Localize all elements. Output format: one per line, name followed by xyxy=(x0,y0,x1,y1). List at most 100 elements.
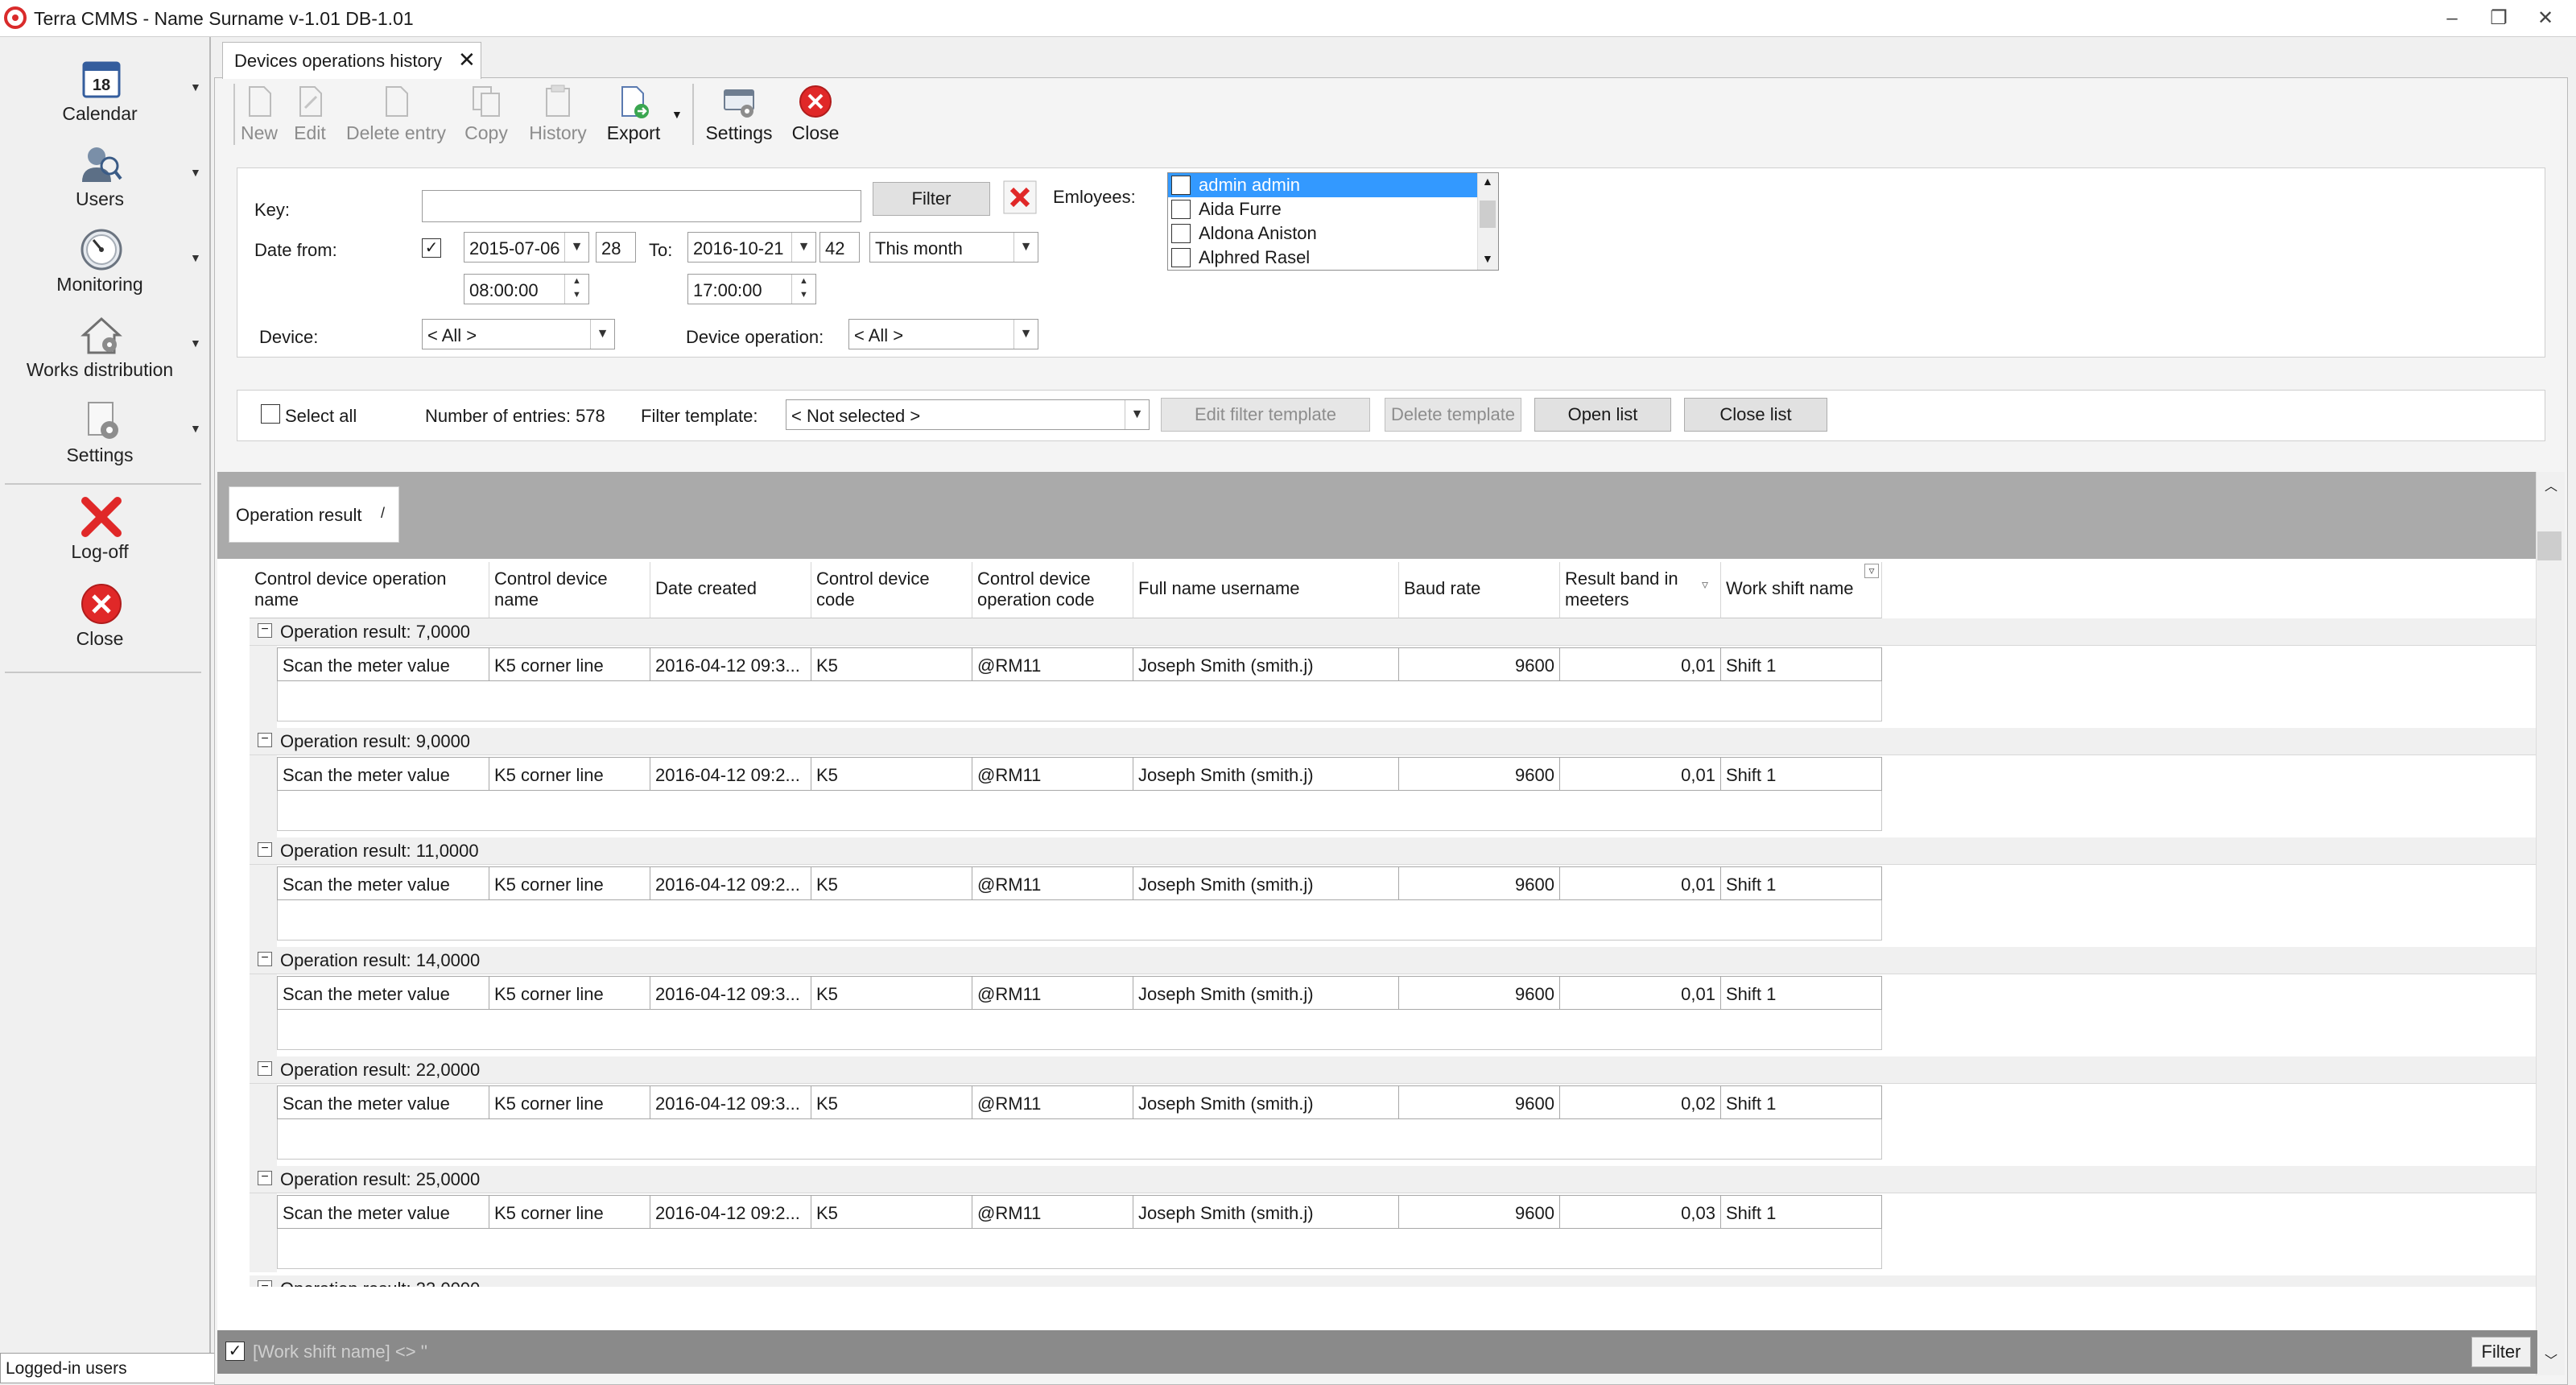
collapse-toggle-icon[interactable]: − xyxy=(258,1061,272,1076)
scroll-up-icon[interactable]: ▲ xyxy=(1482,175,1493,188)
employees-list[interactable]: admin admin Aida Furre Aldona Aniston Al… xyxy=(1167,172,1499,271)
chevron-down-icon[interactable]: ▼ xyxy=(1013,233,1038,262)
column-header[interactable]: Date created xyxy=(650,562,811,618)
chevron-down-icon[interactable]: ▼ xyxy=(590,320,614,349)
employee-item[interactable]: Aldona Aniston xyxy=(1168,221,1477,246)
table-cell[interactable]: @RM11 xyxy=(972,647,1133,681)
restore-button[interactable]: ❐ xyxy=(2478,5,2520,32)
column-header[interactable]: Control device code xyxy=(811,562,972,618)
filter-template-select[interactable]: < Not selected > ▼ xyxy=(786,399,1150,430)
close-button[interactable]: Close xyxy=(786,81,845,148)
table-cell[interactable]: 2016-04-12 09:3... xyxy=(650,1085,811,1119)
chevron-down-icon[interactable]: ▼ xyxy=(564,233,588,262)
column-header[interactable]: Full name username xyxy=(1133,562,1399,618)
table-cell[interactable]: Scan the meter value xyxy=(277,866,489,900)
settings-button[interactable]: Settings xyxy=(702,81,776,148)
chevron-down-icon[interactable]: ▼ xyxy=(190,166,201,179)
table-cell[interactable]: Joseph Smith (smith.j) xyxy=(1133,757,1399,791)
chevron-down-icon[interactable]: ▼ xyxy=(190,337,201,349)
date-from-picker[interactable]: 2015-07-06 ▼ xyxy=(464,232,589,263)
table-cell[interactable]: K5 corner line xyxy=(489,866,650,900)
table-cell[interactable]: K5 xyxy=(811,757,972,791)
group-row[interactable]: − Operation result: 25,0000 xyxy=(250,1166,2536,1193)
table-cell[interactable]: @RM11 xyxy=(972,757,1133,791)
sort-descending-icon[interactable]: ▿ xyxy=(1702,577,1708,593)
table-cell[interactable]: Scan the meter value xyxy=(277,757,489,791)
table-cell[interactable]: 0,01 xyxy=(1560,976,1721,1010)
table-cell[interactable]: @RM11 xyxy=(972,1195,1133,1229)
period-select[interactable]: This month ▼ xyxy=(869,232,1038,263)
employee-checkbox[interactable] xyxy=(1171,176,1191,195)
scroll-down-icon[interactable]: ﹀ xyxy=(2545,1350,2557,1369)
collapse-toggle-icon[interactable]: − xyxy=(258,623,272,638)
delete-entry-button[interactable]: Delete entry xyxy=(341,81,451,148)
copy-button[interactable]: Copy xyxy=(460,81,512,148)
tab-close-icon[interactable]: ✕ xyxy=(458,48,476,72)
nav-monitoring[interactable]: Monitoring ▼ xyxy=(0,222,204,306)
employee-checkbox[interactable] xyxy=(1171,200,1191,219)
scroll-down-icon[interactable]: ▼ xyxy=(1482,252,1493,265)
table-cell[interactable]: K5 xyxy=(811,866,972,900)
table-cell[interactable]: 9600 xyxy=(1399,1085,1560,1119)
table-cell[interactable]: K5 corner line xyxy=(489,647,650,681)
table-cell[interactable]: 9600 xyxy=(1399,1195,1560,1229)
employee-item[interactable]: Alphred Rasel xyxy=(1168,246,1477,270)
edit-filter-template-button[interactable]: Edit filter template xyxy=(1161,398,1370,432)
device-select[interactable]: < All > ▼ xyxy=(422,319,615,349)
column-header[interactable]: Control device name xyxy=(489,562,650,618)
select-all-checkbox[interactable] xyxy=(261,404,280,424)
table-cell[interactable]: 0,01 xyxy=(1560,647,1721,681)
group-row[interactable]: − Operation result: 14,0000 xyxy=(250,947,2536,974)
group-by-chip[interactable]: Operation result / xyxy=(229,486,399,543)
table-cell[interactable]: K5 xyxy=(811,1195,972,1229)
spinner-icon[interactable]: ▲ ▼ xyxy=(791,275,815,304)
new-button[interactable]: New xyxy=(237,81,282,148)
employee-checkbox[interactable] xyxy=(1171,224,1191,243)
group-row[interactable]: − Operation result: 7,0000 xyxy=(250,618,2536,646)
table-cell[interactable]: @RM11 xyxy=(972,866,1133,900)
table-cell[interactable]: 0,03 xyxy=(1560,1195,1721,1229)
table-cell[interactable]: @RM11 xyxy=(972,1085,1133,1119)
table-cell[interactable]: Joseph Smith (smith.j) xyxy=(1133,1085,1399,1119)
table-cell[interactable]: Shift 1 xyxy=(1721,757,1882,791)
clear-filter-icon[interactable] xyxy=(1003,180,1037,214)
logged-in-users-select[interactable]: Logged-in users ▼ xyxy=(0,1353,233,1383)
table-cell[interactable]: K5 corner line xyxy=(489,757,650,791)
table-cell[interactable]: Scan the meter value xyxy=(277,647,489,681)
table-cell[interactable]: 9600 xyxy=(1399,866,1560,900)
table-cell[interactable]: 0,01 xyxy=(1560,866,1721,900)
nav-works-distribution[interactable]: Works distribution ▼ xyxy=(0,308,204,391)
column-header[interactable]: Control device operation name xyxy=(250,562,489,618)
table-cell[interactable]: 0,02 xyxy=(1560,1085,1721,1119)
time-from-field[interactable]: 08:00:00 ▲ ▼ xyxy=(464,274,589,304)
device-operation-select[interactable]: < All > ▼ xyxy=(848,319,1038,349)
tab-devices-operations-history[interactable]: Devices operations history ✕ xyxy=(222,42,481,79)
delete-template-button[interactable]: Delete template xyxy=(1385,398,1521,432)
table-cell[interactable]: Scan the meter value xyxy=(277,976,489,1010)
table-cell[interactable]: 2016-04-12 09:2... xyxy=(650,1195,811,1229)
table-cell[interactable]: @RM11 xyxy=(972,976,1133,1010)
grid-vertical-scrollbar[interactable]: ︿ ﹀ xyxy=(2536,472,2565,1375)
nav-users[interactable]: Users ▼ xyxy=(0,137,204,221)
group-row-clipped[interactable]: − Operation result: 33,0000 xyxy=(250,1275,2536,1287)
chevron-down-icon[interactable]: ▼ xyxy=(190,81,201,93)
group-row[interactable]: − Operation result: 9,0000 xyxy=(250,728,2536,755)
nav-calendar[interactable]: 18 Calendar ▼ xyxy=(0,52,204,135)
table-cell[interactable]: 2016-04-12 09:2... xyxy=(650,757,811,791)
table-cell[interactable]: 2016-04-12 09:3... xyxy=(650,647,811,681)
table-cell[interactable]: K5 xyxy=(811,976,972,1010)
chevron-down-icon[interactable]: ▼ xyxy=(791,233,815,262)
window-close-button[interactable]: ✕ xyxy=(2524,5,2566,32)
table-cell[interactable]: K5 corner line xyxy=(489,1195,650,1229)
column-header[interactable]: Baud rate xyxy=(1399,562,1560,618)
export-dropdown-arrow-icon[interactable]: ▼ xyxy=(671,108,683,121)
history-button[interactable]: History xyxy=(522,81,594,148)
open-list-button[interactable]: Open list xyxy=(1534,398,1671,432)
edit-button[interactable]: Edit xyxy=(288,81,332,148)
table-cell[interactable]: K5 corner line xyxy=(489,1085,650,1119)
column-header[interactable]: Result band in meeters ▿ xyxy=(1560,562,1721,618)
table-cell[interactable]: Joseph Smith (smith.j) xyxy=(1133,976,1399,1010)
week-from-field[interactable]: 28 xyxy=(596,232,636,263)
filter-funnel-icon[interactable]: ▿ xyxy=(1864,564,1879,578)
table-cell[interactable]: Scan the meter value xyxy=(277,1195,489,1229)
